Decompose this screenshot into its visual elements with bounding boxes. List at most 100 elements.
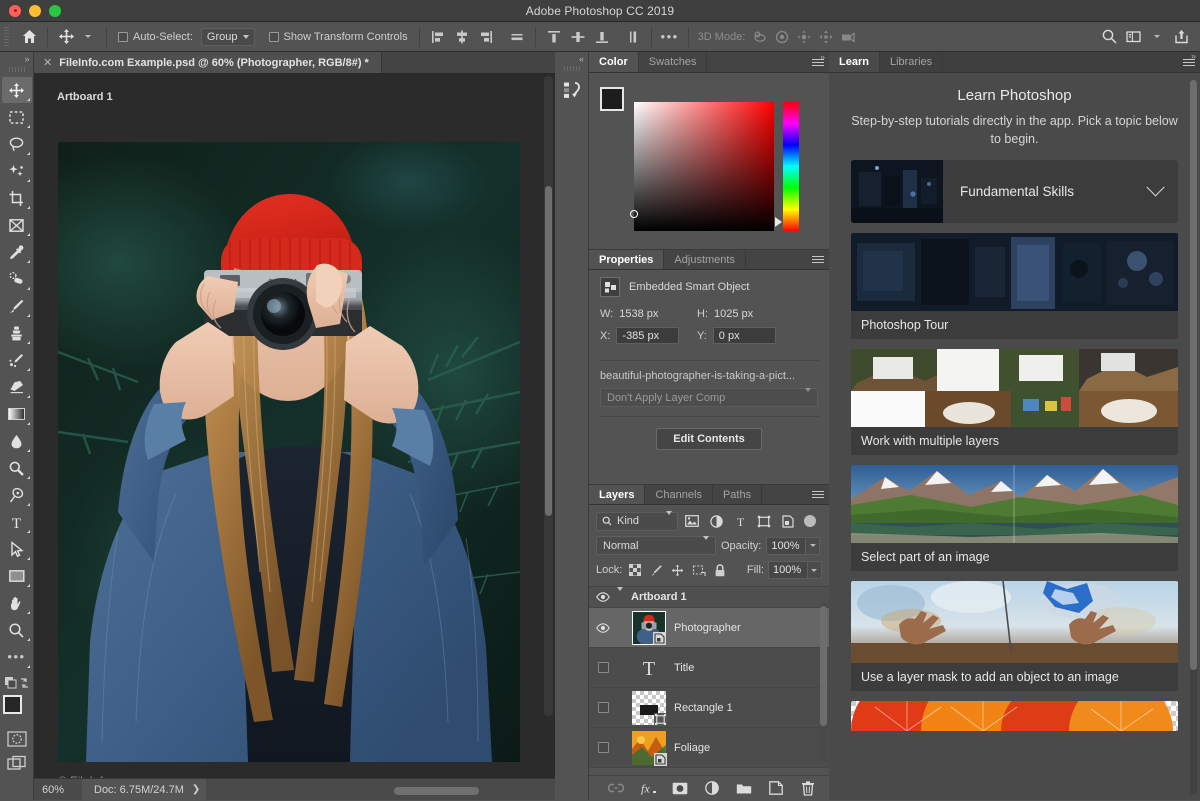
3d-slide-icon[interactable]: [815, 26, 837, 48]
align-left-edges-icon[interactable]: [427, 26, 449, 48]
lock-transparent-pixels-icon[interactable]: [626, 560, 643, 580]
zoom-tool[interactable]: [2, 617, 32, 643]
layer-comp-dropdown[interactable]: Don't Apply Layer Comp: [600, 388, 818, 407]
toolbar-collapse-button[interactable]: »: [0, 52, 34, 65]
zoom-level-field[interactable]: 60%: [34, 784, 82, 796]
panel-collapse-button[interactable]: »: [820, 52, 825, 62]
fill-input[interactable]: 100%: [768, 561, 808, 579]
filter-enable-toggle[interactable]: [804, 515, 816, 527]
document-tab[interactable]: ✕ FileInfo.com Example.psd @ 60% (Photog…: [34, 52, 382, 73]
align-bottom-edges-icon[interactable]: [591, 26, 613, 48]
auto-select-scope-dropdown[interactable]: Group: [201, 28, 255, 46]
lock-position-icon[interactable]: [669, 560, 686, 580]
eraser-tool[interactable]: [2, 374, 32, 400]
layers-scrollbar[interactable]: [820, 602, 827, 762]
chevron-down-icon[interactable]: [1146, 26, 1168, 48]
canvas[interactable]: Artboard 1: [34, 74, 555, 800]
foreground-color-swatch[interactable]: [3, 695, 22, 714]
chevron-down-icon[interactable]: [1146, 178, 1164, 196]
filter-adjustment-icon[interactable]: [706, 511, 726, 531]
canvas-vertical-scrollbar[interactable]: [544, 76, 553, 716]
learn-tutorial-next[interactable]: [851, 701, 1178, 731]
learn-tutorial-select-part-of-image[interactable]: Select part of an image: [851, 465, 1178, 571]
panel-menu-icon[interactable]: [807, 52, 829, 72]
color-picker-cursor[interactable]: [630, 210, 638, 218]
3d-roll-icon[interactable]: [771, 26, 793, 48]
layer-visibility-toggle[interactable]: [589, 742, 617, 753]
3d-camera-icon[interactable]: [837, 26, 859, 48]
layer-filter-kind-dropdown[interactable]: Kind: [596, 512, 678, 531]
filter-pixel-icon[interactable]: [682, 511, 702, 531]
toolbar-grip[interactable]: [9, 67, 25, 72]
lock-artboard-nesting-icon[interactable]: [690, 560, 707, 580]
crop-tool[interactable]: [2, 185, 32, 211]
panel-menu-icon[interactable]: [1178, 52, 1200, 72]
show-transform-checkbox-box[interactable]: [269, 32, 279, 42]
layer-visibility-toggle[interactable]: [589, 702, 617, 713]
brush-tool[interactable]: [2, 293, 32, 319]
layer-mask-icon[interactable]: [670, 778, 690, 798]
chevron-right-icon[interactable]: ❯: [192, 784, 200, 795]
show-transform-controls-checkbox[interactable]: Show Transform Controls: [265, 22, 412, 52]
tab-channels[interactable]: Channels: [645, 485, 712, 504]
horizontal-type-tool[interactable]: T: [2, 509, 32, 535]
canvas-horizontal-scrollbar[interactable]: [334, 787, 549, 795]
distribute-horizontally-icon[interactable]: [506, 26, 528, 48]
3d-orbit-icon[interactable]: [749, 26, 771, 48]
edit-contents-button[interactable]: Edit Contents: [656, 428, 762, 450]
color-panel-foreground-swatch[interactable]: [600, 87, 624, 111]
color-picker-field[interactable]: [634, 102, 774, 231]
artboard-1[interactable]: CAMERA: [58, 142, 520, 762]
history-brush-tool[interactable]: [2, 347, 32, 373]
path-selection-tool[interactable]: [2, 536, 32, 562]
move-tool[interactable]: [2, 77, 32, 103]
layer-thumbnail[interactable]: [632, 611, 666, 645]
filter-smart-object-icon[interactable]: [778, 511, 798, 531]
opacity-dropdown-arrow[interactable]: [806, 537, 820, 555]
delete-layer-icon[interactable]: [798, 778, 818, 798]
tab-layers[interactable]: Layers: [589, 485, 645, 504]
auto-select-checkbox-box[interactable]: [118, 32, 128, 42]
layer-thumbnail[interactable]: [632, 731, 666, 765]
fill-dropdown-arrow[interactable]: [808, 561, 822, 579]
panel-menu-icon[interactable]: [807, 485, 829, 504]
blend-mode-dropdown[interactable]: Normal: [596, 536, 716, 555]
y-input[interactable]: 0 px: [713, 327, 776, 344]
quick-mask-icon[interactable]: [3, 729, 31, 749]
tab-learn[interactable]: Learn: [829, 52, 880, 72]
learn-tutorial-multiple-layers[interactable]: Work with multiple layers: [851, 349, 1178, 455]
pen-tool[interactable]: [2, 482, 32, 508]
learn-tutorial-photoshop-tour[interactable]: Photoshop Tour: [851, 233, 1178, 339]
new-layer-icon[interactable]: [766, 778, 786, 798]
tab-swatches[interactable]: Swatches: [639, 52, 708, 72]
screen-mode-icon[interactable]: [3, 753, 31, 773]
options-bar-grip[interactable]: [4, 27, 9, 47]
align-right-edges-icon[interactable]: [475, 26, 497, 48]
eyedropper-tool[interactable]: [2, 239, 32, 265]
color-swatches[interactable]: [3, 695, 31, 723]
object-selection-tool[interactable]: [2, 158, 32, 184]
document-size-info[interactable]: Doc: 6.75M/24.7M ❯: [82, 779, 206, 801]
frame-tool[interactable]: [2, 212, 32, 238]
layer-thumbnail[interactable]: [632, 691, 666, 725]
dock-expand-button[interactable]: «: [555, 52, 588, 66]
align-horizontal-centers-icon[interactable]: [451, 26, 473, 48]
link-layers-icon[interactable]: [606, 778, 626, 798]
history-actions-icon[interactable]: [555, 75, 589, 105]
learn-tutorial-layer-mask[interactable]: Use a layer mask to add an object to an …: [851, 581, 1178, 691]
tool-preset-chevron-icon[interactable]: [77, 26, 99, 48]
layer-row-rectangle-1[interactable]: Rectangle 1: [589, 688, 829, 728]
new-group-icon[interactable]: [734, 778, 754, 798]
auto-select-checkbox[interactable]: Auto-Select:: [114, 22, 197, 52]
panel-menu-icon[interactable]: [807, 250, 829, 269]
lock-image-pixels-icon[interactable]: [648, 560, 665, 580]
edit-toolbar-tool[interactable]: •••: [2, 644, 32, 670]
learn-panel-scrollbar[interactable]: [1190, 80, 1197, 795]
learn-category-fundamental-skills[interactable]: Fundamental Skills: [851, 160, 1178, 223]
default-colors-icon[interactable]: [3, 673, 31, 693]
layer-row-artboard-1[interactable]: Artboard 1: [589, 587, 829, 608]
move-tool-icon[interactable]: [55, 26, 77, 48]
distribute-vertically-icon[interactable]: [622, 26, 644, 48]
color-panel-swatches[interactable]: [600, 87, 634, 121]
layer-row-title[interactable]: T Title: [589, 648, 829, 688]
